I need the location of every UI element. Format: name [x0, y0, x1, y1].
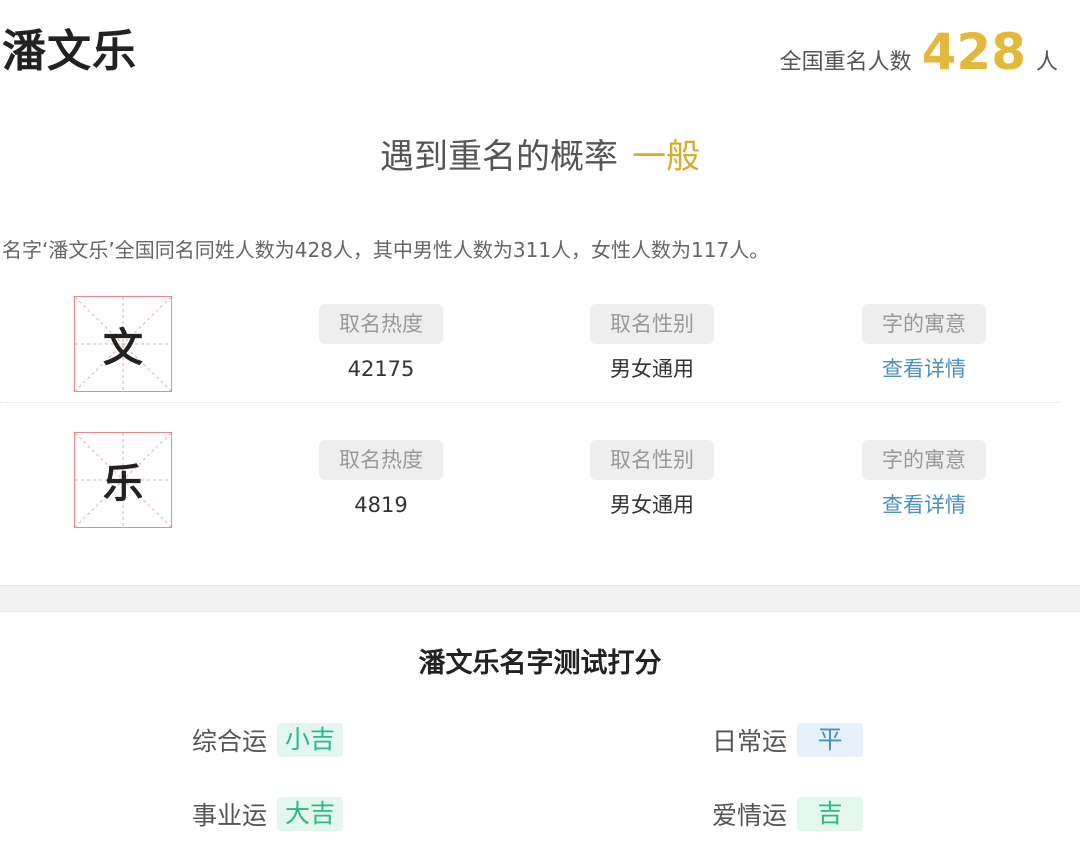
- character-glyph: 乐: [103, 461, 143, 507]
- score-section-title: 潘文乐名字测试打分: [418, 648, 662, 679]
- luck-badge: 大吉: [277, 797, 344, 831]
- gender-label: 取名性别: [590, 304, 714, 344]
- luck-item-career: 事业运 大吉: [192, 796, 344, 832]
- luck-item-overall: 综合运 小吉: [192, 722, 344, 758]
- gender-column: 取名性别 男女通用: [590, 440, 714, 520]
- luck-label: 综合运: [192, 727, 268, 756]
- meaning-column: 字的寓意 查看详情: [862, 304, 986, 384]
- luck-badge: 小吉: [277, 723, 344, 757]
- popularity-column: 取名热度 4819: [319, 440, 443, 520]
- gender-value: 男女通用: [610, 493, 694, 517]
- luck-badge: 平: [797, 723, 864, 757]
- gender-value: 男女通用: [610, 357, 694, 381]
- popularity-label: 取名热度: [319, 440, 443, 480]
- same-name-number: 428: [921, 23, 1026, 81]
- meaning-column: 字的寓意 查看详情: [862, 440, 986, 520]
- luck-item-love: 爱情运 吉: [712, 796, 864, 832]
- meaning-details-link[interactable]: 查看详情: [862, 354, 986, 384]
- popularity-value: 4819: [354, 493, 408, 517]
- probability-level: 一般: [632, 137, 700, 177]
- meaning-label: 字的寓意: [862, 440, 986, 480]
- name-description: 名字‘潘文乐’全国同名同姓人数为428人，其中男性人数为311人，女性人数为11…: [2, 238, 770, 262]
- character-glyph: 文: [103, 325, 143, 371]
- gender-label: 取名性别: [590, 440, 714, 480]
- section-divider: [0, 585, 1080, 612]
- character-row: 文 取名热度 42175 取名性别 男女通用 字的寓意 查看详情: [0, 288, 1060, 403]
- page-title: 潘文乐: [2, 26, 137, 77]
- luck-label: 日常运: [712, 727, 788, 756]
- luck-item-daily: 日常运 平: [712, 722, 864, 758]
- popularity-value: 42175: [347, 357, 415, 381]
- same-name-unit: 人: [1035, 50, 1058, 75]
- popularity-column: 取名热度 42175: [319, 304, 443, 384]
- same-name-count: 全国重名人数 428 人: [780, 24, 1058, 80]
- probability-label: 遇到重名的概率: [380, 137, 618, 177]
- character-row: 乐 取名热度 4819 取名性别 男女通用 字的寓意 查看详情: [0, 424, 1060, 544]
- character-grid: 文: [74, 296, 172, 392]
- luck-label: 爱情运: [712, 801, 788, 830]
- character-grid: 乐: [74, 432, 172, 528]
- luck-badge: 吉: [797, 797, 864, 831]
- gender-column: 取名性别 男女通用: [590, 304, 714, 384]
- duplicate-probability: 遇到重名的概率 一般: [0, 132, 1080, 182]
- popularity-label: 取名热度: [319, 304, 443, 344]
- name-header: 潘文乐 全国重名人数 428 人: [0, 0, 1080, 100]
- meaning-label: 字的寓意: [862, 304, 986, 344]
- meaning-details-link[interactable]: 查看详情: [862, 490, 986, 520]
- luck-label: 事业运: [192, 801, 268, 830]
- same-name-label: 全国重名人数: [779, 50, 912, 75]
